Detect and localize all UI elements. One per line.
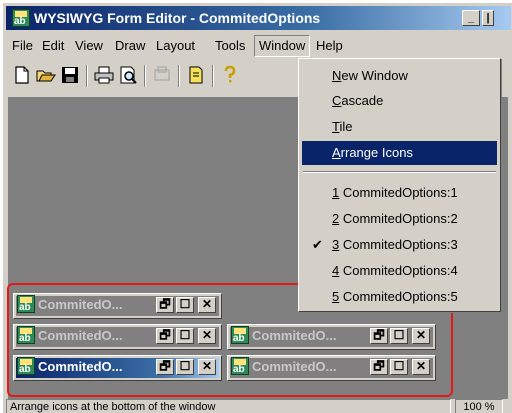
zoom-indicator: 100 % xyxy=(455,399,503,413)
window-title: WYSIWYG Form Editor - CommitedOptions xyxy=(34,10,321,26)
menu-edit[interactable]: Edit xyxy=(38,36,68,55)
disabled-icon xyxy=(154,66,170,81)
menu-item-new-window[interactable]: New Window xyxy=(302,64,497,88)
app-icon: ab xyxy=(12,9,30,27)
menu-separator xyxy=(303,171,496,173)
toolbar-separator xyxy=(144,65,146,87)
toolbar-separator xyxy=(86,65,88,87)
title-bar[interactable]: ab WYSIWYG Form Editor - CommitedOptions… xyxy=(6,6,511,30)
new-icon[interactable] xyxy=(12,65,32,85)
menu-view[interactable]: View xyxy=(71,36,107,55)
menu-item-window-5[interactable]: 5 CommitedOptions:5 xyxy=(302,285,497,309)
minimize-button[interactable]: _ xyxy=(462,10,480,26)
menu-item-window-3[interactable]: ✔ 3 CommitedOptions:3 xyxy=(302,233,497,257)
properties-icon[interactable] xyxy=(186,65,206,85)
window-menu-dropdown: New Window Cascade Tile Arrange Icons 1 … xyxy=(298,58,501,312)
app-window: ab WYSIWYG Form Editor - CommitedOptions… xyxy=(2,2,512,413)
menu-item-window-1[interactable]: 1 CommitedOptions:1 xyxy=(302,181,497,205)
menu-tools[interactable]: Tools xyxy=(211,36,249,55)
menu-item-window-2[interactable]: 2 CommitedOptions:2 xyxy=(302,207,497,231)
menu-item-cascade[interactable]: Cascade xyxy=(302,89,497,113)
menu-help[interactable]: Help xyxy=(312,36,347,55)
help-icon[interactable] xyxy=(220,65,240,85)
menu-item-window-4[interactable]: 4 CommitedOptions:4 xyxy=(302,259,497,283)
status-text: Arrange icons at the bottom of the windo… xyxy=(6,399,451,413)
print-icon[interactable] xyxy=(94,65,114,85)
toolbar-separator xyxy=(212,65,214,87)
menu-window[interactable]: Window xyxy=(254,35,311,57)
print-preview-icon[interactable] xyxy=(118,65,138,85)
save-icon[interactable] xyxy=(60,65,80,85)
menu-layout[interactable]: Layout xyxy=(152,36,199,55)
check-icon: ✔ xyxy=(312,237,323,252)
toolbar-separator xyxy=(178,65,180,87)
menu-item-tile[interactable]: Tile xyxy=(302,115,497,139)
menu-draw[interactable]: Draw xyxy=(111,36,149,55)
open-icon[interactable] xyxy=(36,65,56,85)
menu-file[interactable]: File xyxy=(8,36,37,55)
menu-item-arrange-icons[interactable]: Arrange Icons xyxy=(302,141,497,165)
close-button[interactable]: | xyxy=(482,10,494,26)
menu-bar: File Edit View Draw Layout Tools Window … xyxy=(6,33,511,57)
status-bar: Arrange icons at the bottom of the windo… xyxy=(6,397,511,413)
